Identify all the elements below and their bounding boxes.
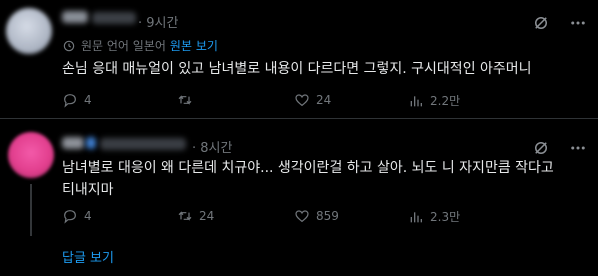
retweet-icon: [178, 95, 192, 105]
like-button[interactable]: 24: [294, 92, 331, 108]
show-replies-link[interactable]: 답글 보기: [62, 247, 114, 266]
reply-thread: · 9시간 원문 언어 일본어 원본 보기 손님 응대 매뉴얼이 있고 남녀별로…: [0, 0, 598, 276]
tweet-time[interactable]: · 8시간: [192, 137, 232, 156]
views-count: 2.3만: [430, 210, 461, 224]
author-handle-blurred: [92, 12, 136, 24]
show-original-link[interactable]: 원본 보기: [170, 37, 218, 54]
views-button[interactable]: 2.3만: [408, 208, 460, 225]
tweet-actions: 4 24 2.2만: [62, 92, 582, 112]
tweet-text: 남녀별로 대응이 왜 다른데 치규야... 생각이란걸 하고 살아. 뇌도 니 …: [62, 160, 554, 198]
grok-icon[interactable]: [532, 14, 550, 32]
thread-line: [30, 184, 32, 236]
reply-count: 4: [84, 93, 92, 107]
views-button[interactable]: 2.2만: [408, 92, 460, 109]
views-count: 2.2만: [430, 94, 461, 108]
like-count: 24: [316, 93, 332, 107]
like-button[interactable]: 859: [294, 208, 339, 224]
retweet-button[interactable]: [177, 92, 199, 108]
author-name-blurred[interactable]: [62, 137, 84, 149]
retweet-icon: [178, 211, 192, 221]
more-icon[interactable]: [569, 14, 587, 32]
views-icon: [410, 95, 422, 106]
verified-badge-blurred: [86, 137, 96, 149]
translation-notice: 원문 언어 일본어 원본 보기: [62, 37, 218, 54]
more-icon[interactable]: [569, 139, 587, 157]
retweet-button[interactable]: 24: [177, 208, 214, 224]
reply-icon: [64, 210, 76, 224]
retweet-count: 24: [199, 209, 215, 223]
tweet-actions: 4 24 859 2.3만: [62, 208, 582, 228]
tweet-time[interactable]: · 9시간: [138, 12, 178, 31]
like-count: 859: [316, 209, 339, 223]
author-handle-blurred: [100, 138, 186, 150]
grok-icon[interactable]: [532, 139, 550, 157]
reply-count: 4: [84, 209, 92, 223]
reply-button[interactable]: 4: [62, 92, 92, 108]
reply-button[interactable]: 4: [62, 208, 92, 224]
avatar[interactable]: [8, 132, 54, 178]
author-name-blurred[interactable]: [62, 11, 88, 23]
tweet-text: 손님 응대 매뉴얼이 있고 남녀별로 내용이 다르다면 그렇지. 구시대적인 아…: [62, 61, 532, 77]
like-icon: [295, 210, 309, 223]
like-icon: [295, 94, 309, 107]
translation-language: 원문 언어 일본어: [81, 39, 166, 53]
translate-icon: [63, 40, 75, 51]
tweet-1[interactable]: · 9시간 원문 언어 일본어 원본 보기 손님 응대 매뉴얼이 있고 남녀별로…: [0, 0, 598, 118]
reply-icon: [64, 94, 76, 108]
views-icon: [410, 211, 422, 222]
avatar[interactable]: [6, 8, 52, 54]
